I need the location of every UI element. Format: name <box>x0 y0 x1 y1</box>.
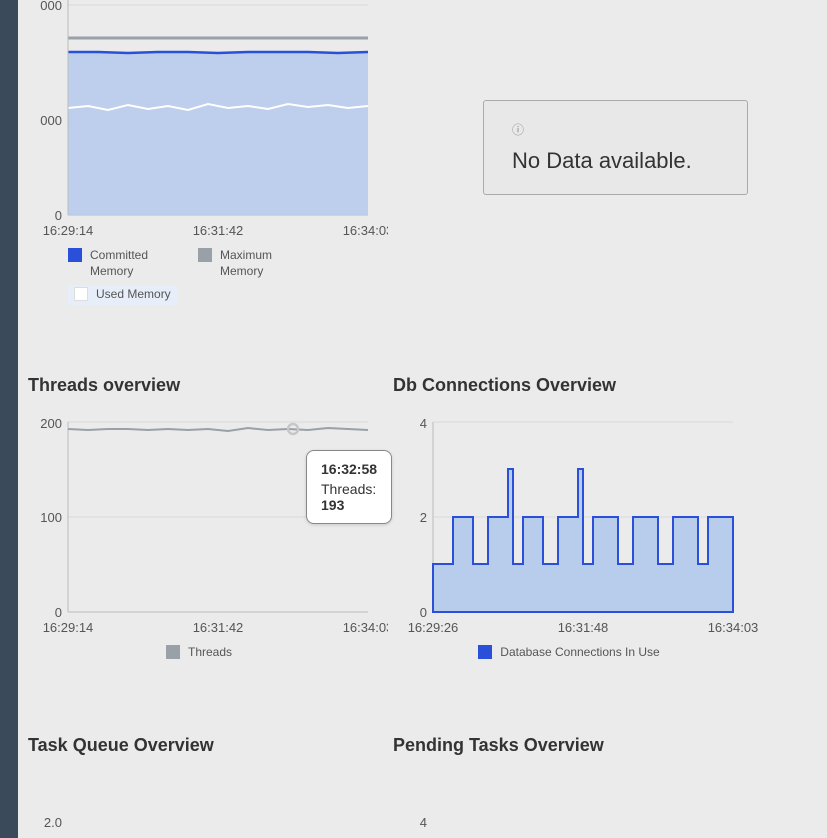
db-xtick-2: 16:34:03 <box>708 620 759 635</box>
task-queue-panel: Task Queue Overview 2.0 <box>28 735 388 832</box>
threads-xtick-1: 16:31:42 <box>193 620 244 635</box>
memory-legend: Committed Memory Maximum Memory Used Mem… <box>28 248 388 311</box>
db-xtick-1: 16:31:48 <box>558 620 609 635</box>
memory-xtick-2: 16:34:03 <box>343 223 388 238</box>
threads-tooltip: 16:32:58 Threads: 193 <box>306 450 392 524</box>
memory-chart-svg: 000 000 0 16:29:14 16:31:42 16:34:03 <box>28 0 388 240</box>
no-data-panel: ⓘ No Data available. <box>483 100 748 195</box>
tooltip-time: 16:32:58 <box>321 461 377 477</box>
legend-item-threads[interactable]: Threads <box>166 645 232 661</box>
memory-ytick-2: 0 <box>55 208 62 223</box>
threads-title: Threads overview <box>28 375 388 396</box>
db-title: Db Connections Overview <box>393 375 763 396</box>
legend-label: Database Connections In Use <box>500 645 659 661</box>
pending-tasks-panel: Pending Tasks Overview 4 <box>393 735 763 832</box>
memory-xtick-0: 16:29:14 <box>43 223 94 238</box>
square-icon <box>198 248 212 262</box>
square-icon <box>166 645 180 659</box>
legend-label: Used Memory <box>96 287 171 303</box>
square-icon <box>478 645 492 659</box>
task-queue-ytick: 2.0 <box>44 815 62 830</box>
db-ytick-0: 4 <box>420 416 427 431</box>
legend-item-committed[interactable]: Committed Memory <box>68 248 180 279</box>
memory-chart-panel: 000 000 0 16:29:14 16:31:42 16:34:03 Com… <box>28 0 388 311</box>
legend-item-db[interactable]: Database Connections In Use <box>478 645 659 661</box>
threads-ytick-1: 100 <box>40 510 62 525</box>
legend-label: Threads <box>188 645 232 661</box>
memory-ytick-1: 000 <box>40 113 62 128</box>
db-chart-panel: Db Connections Overview 4 2 0 16:29:26 1… <box>393 375 763 667</box>
memory-xtick-1: 16:31:42 <box>193 223 244 238</box>
sidebar-strip <box>0 0 18 838</box>
legend-label: Maximum Memory <box>220 248 310 279</box>
memory-ytick-0: 000 <box>40 0 62 13</box>
threads-xtick-0: 16:29:14 <box>43 620 94 635</box>
db-ytick-1: 2 <box>420 510 427 525</box>
db-xtick-0: 16:29:26 <box>408 620 459 635</box>
task-queue-svg: 2.0 <box>28 772 388 832</box>
legend-label: Committed Memory <box>90 248 180 279</box>
pending-tasks-svg: 4 <box>393 772 763 832</box>
dashboard-content: 000 000 0 16:29:14 16:31:42 16:34:03 Com… <box>18 0 827 838</box>
threads-legend: Threads <box>28 645 388 667</box>
tooltip-series-label: Threads: <box>321 481 376 497</box>
tooltip-value: 193 <box>321 497 344 513</box>
threads-chart-panel: Threads overview 200 100 0 16:29:14 16:3… <box>28 375 388 667</box>
threads-xtick-2: 16:34:03 <box>343 620 388 635</box>
legend-item-maximum[interactable]: Maximum Memory <box>198 248 310 279</box>
pending-tasks-title: Pending Tasks Overview <box>393 735 763 756</box>
pending-tasks-ytick: 4 <box>420 815 427 830</box>
threads-chart-svg: 200 100 0 16:29:14 16:31:42 16:34:03 <box>28 412 388 637</box>
threads-ytick-0: 200 <box>40 416 62 431</box>
db-ytick-2: 0 <box>420 605 427 620</box>
threads-ytick-2: 0 <box>55 605 62 620</box>
db-legend: Database Connections In Use <box>393 645 763 667</box>
db-chart-svg: 4 2 0 16:29:26 16:31:48 16:34:03 <box>393 412 763 637</box>
square-icon <box>74 287 88 301</box>
square-icon <box>68 248 82 262</box>
task-queue-title: Task Queue Overview <box>28 735 388 756</box>
legend-item-used[interactable]: Used Memory <box>68 285 177 305</box>
info-icon: ⓘ <box>512 121 719 138</box>
no-data-message: No Data available. <box>512 148 692 173</box>
